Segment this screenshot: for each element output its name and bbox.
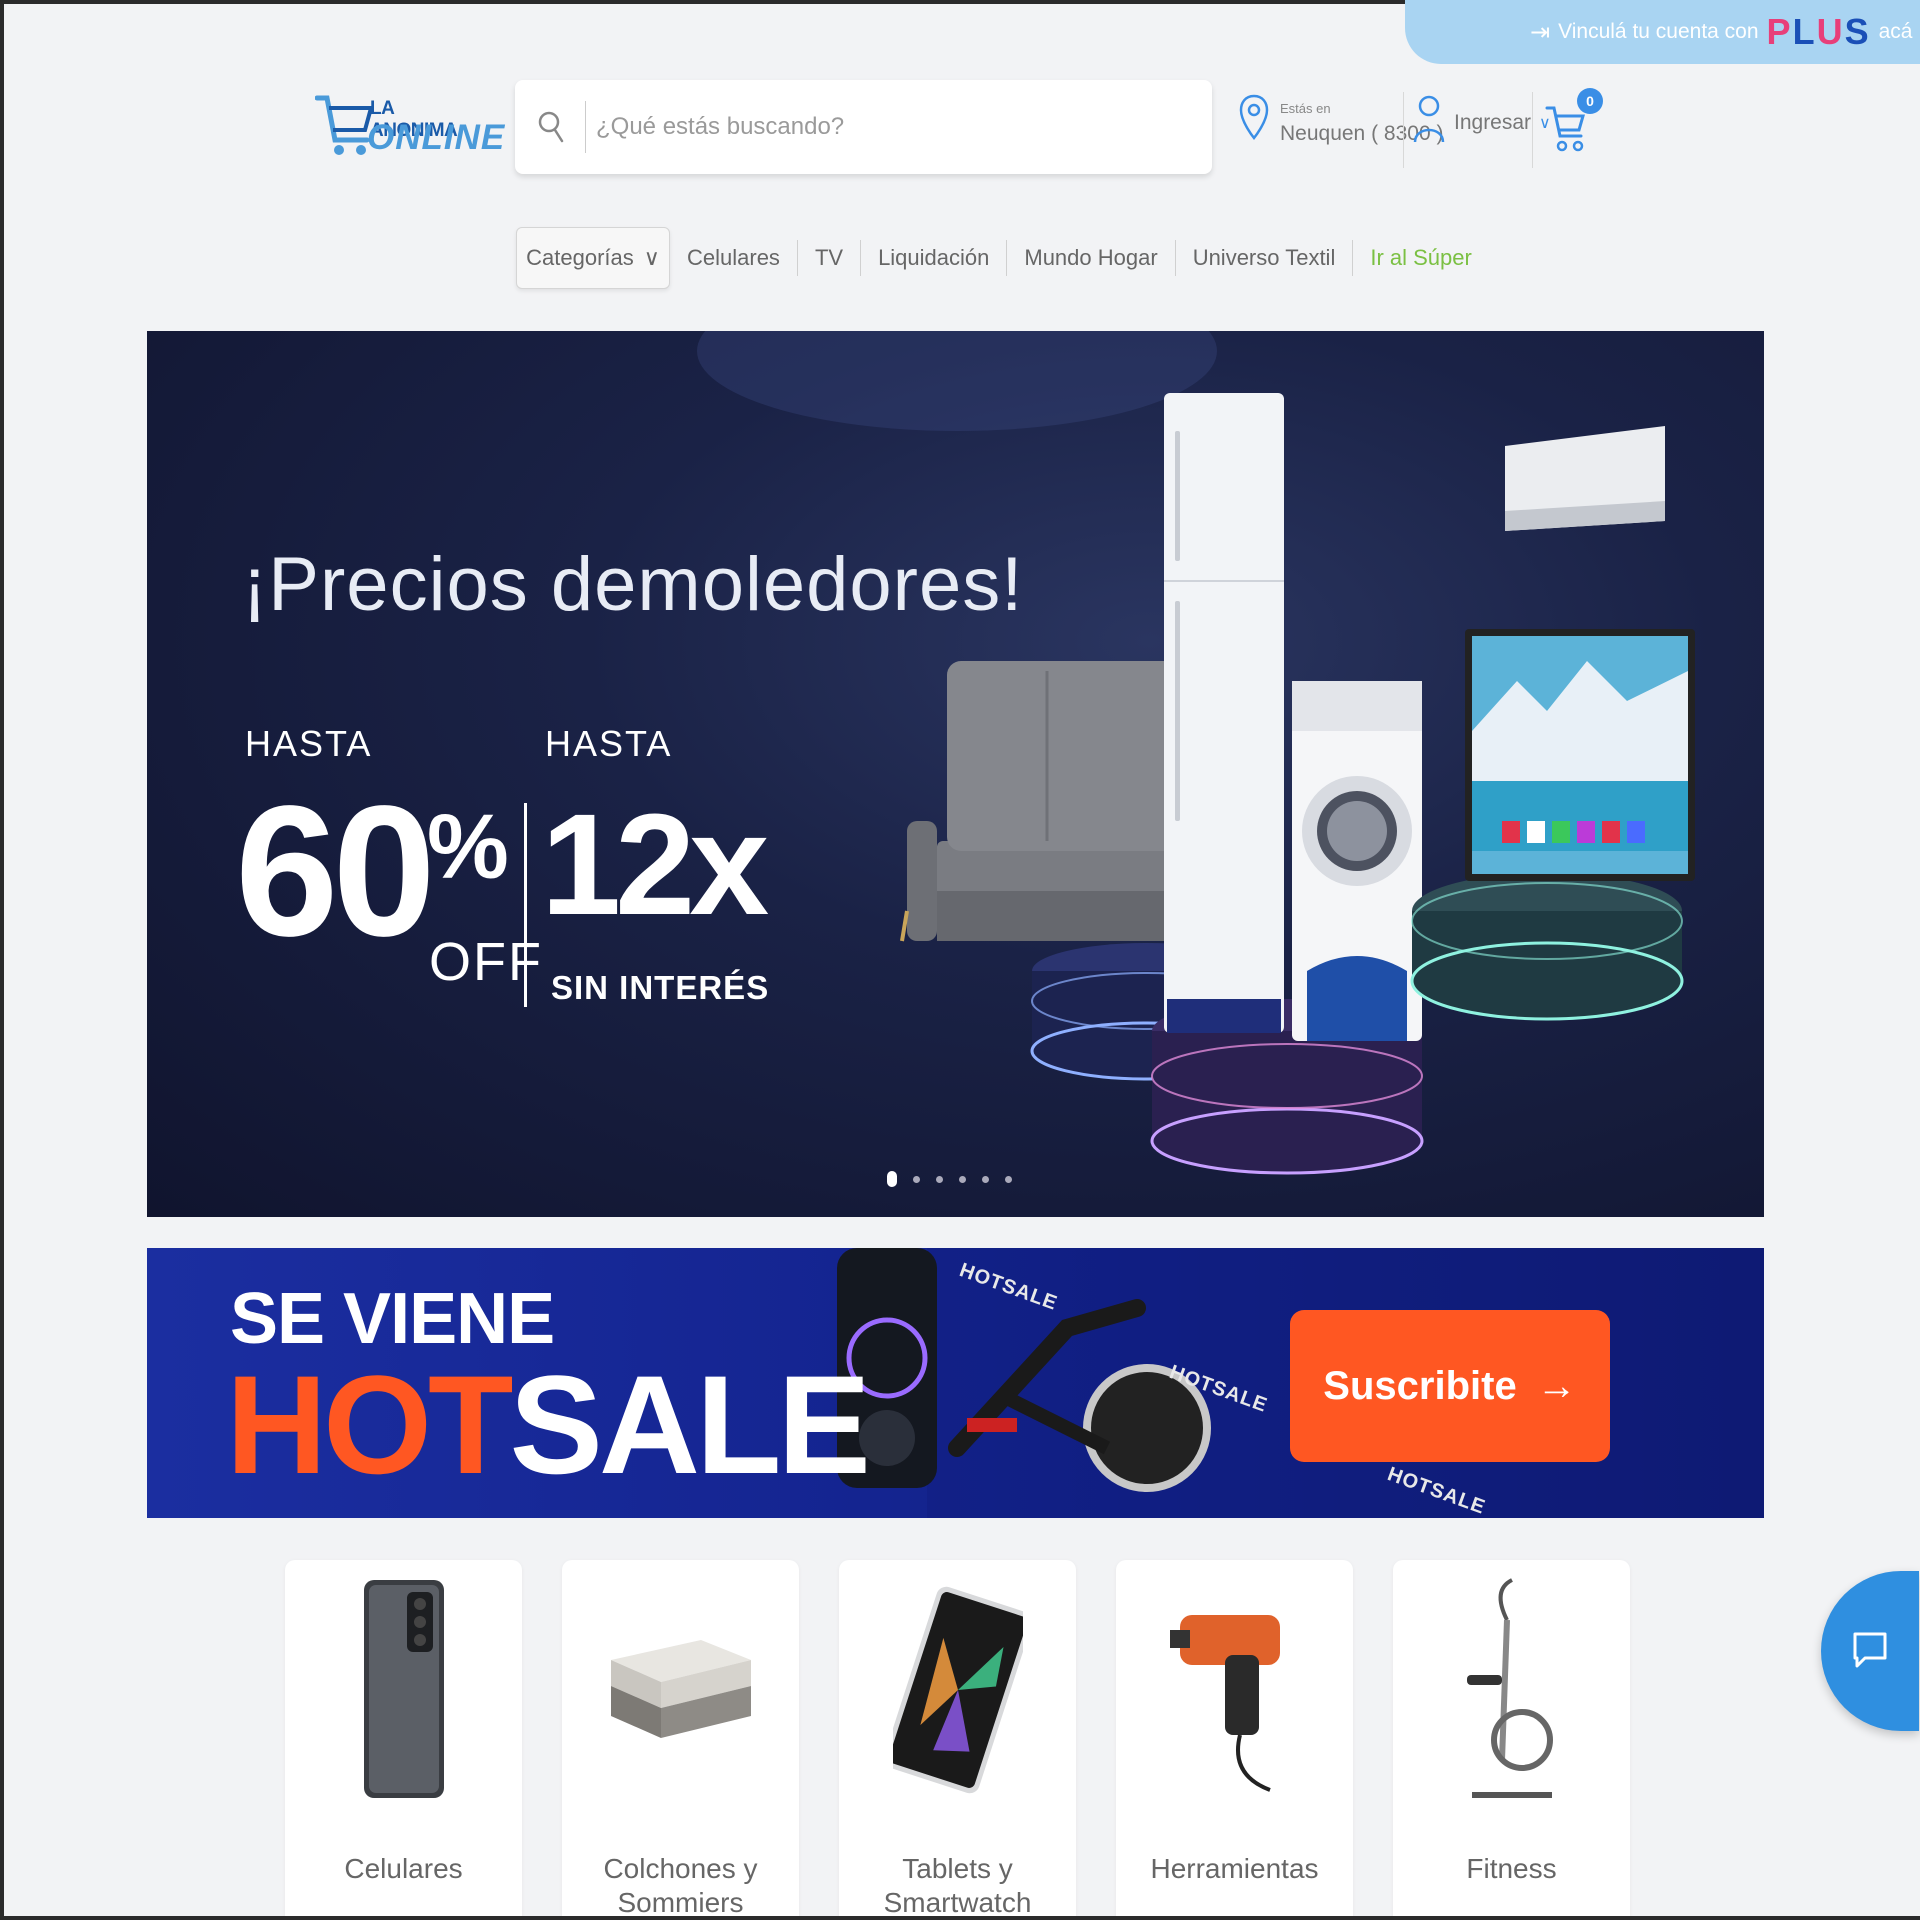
categories-label: Categorías xyxy=(526,245,634,270)
category-label: Tablets y Smartwatch xyxy=(883,1853,1032,1918)
hero-discount-prefix: HASTA xyxy=(245,723,373,764)
phone-image xyxy=(285,1580,522,1800)
search-bar xyxy=(515,80,1212,174)
nav-item-mundo-hogar[interactable]: Mundo Hogar xyxy=(1007,245,1174,271)
search-input[interactable] xyxy=(596,113,1156,141)
logo-text-bottom: ONLINE xyxy=(367,118,506,157)
main-nav: Categorías ∨ Celulares TV Liquidación Mu… xyxy=(516,226,1489,290)
category-label: Herramientas xyxy=(1150,1853,1319,1884)
hero-divider xyxy=(524,803,527,1007)
hero-installments-value: 12x xyxy=(541,784,769,945)
nav-item-universo-textil[interactable]: Universo Textil xyxy=(1176,245,1353,271)
carousel-dot[interactable] xyxy=(1005,1175,1012,1183)
header-divider xyxy=(1532,92,1533,168)
hotsale-hot: HOT xyxy=(226,1346,514,1503)
window-frame-bottom xyxy=(0,1916,1920,1920)
categories-dropdown[interactable]: Categorías ∨ xyxy=(516,227,670,289)
chat-icon xyxy=(1853,1632,1887,1668)
exercise-bike-image xyxy=(1393,1578,1630,1800)
search-icon[interactable] xyxy=(515,110,575,144)
category-card-fitness[interactable]: Fitness xyxy=(1393,1560,1630,1920)
location-pin-icon xyxy=(1239,94,1269,140)
hero-discount-value: 60 xyxy=(235,768,436,975)
category-card-celulares[interactable]: Celulares xyxy=(285,1560,522,1920)
login-arrow-icon: ⇥ xyxy=(1530,18,1551,46)
header-divider xyxy=(1403,92,1404,168)
drill-image xyxy=(1116,1580,1353,1800)
tablet-image xyxy=(839,1580,1076,1800)
plus-logo: PLUS xyxy=(1766,11,1871,52)
nav-item-liquidacion[interactable]: Liquidación xyxy=(861,245,1006,271)
login-menu[interactable]: Ingresar ∨ xyxy=(1412,92,1551,154)
nav-item-ir-al-super[interactable]: Ir al Súper xyxy=(1353,245,1489,271)
window-frame-left xyxy=(0,0,4,1920)
plus-strip-suffix: acá xyxy=(1878,20,1913,43)
carousel-dot[interactable] xyxy=(982,1175,989,1183)
category-label: Colchones y Sommiers xyxy=(603,1853,758,1918)
category-card-tablets[interactable]: Tablets y Smartwatch xyxy=(839,1560,1076,1920)
carousel-dot[interactable] xyxy=(887,1171,897,1187)
chat-button[interactable] xyxy=(1821,1571,1919,1731)
subscribe-label: Suscribite xyxy=(1323,1363,1517,1408)
arrow-right-icon: → xyxy=(1536,1363,1577,1408)
category-card-herramientas[interactable]: Herramientas xyxy=(1116,1560,1353,1920)
hero-discount-percent: % xyxy=(427,796,509,898)
carousel-dots xyxy=(887,1171,1012,1187)
mattress-image xyxy=(562,1580,799,1800)
logo-cart-icon xyxy=(315,95,374,155)
hotsale-banner[interactable]: HOTSALE HOTSALE HOTSALE SE VIENE HOTSALE… xyxy=(147,1248,1764,1518)
carousel-dot[interactable] xyxy=(913,1175,920,1183)
category-label: Fitness xyxy=(1466,1853,1557,1884)
hotsale-title: HOTSALE xyxy=(226,1346,871,1503)
nav-item-tv[interactable]: TV xyxy=(798,245,860,271)
login-label: Ingresar xyxy=(1454,111,1532,134)
plus-strip-text: Vinculá tu cuenta con xyxy=(1558,20,1759,43)
plus-link-strip[interactable]: ⇥ Vinculá tu cuenta con PLUS acá xyxy=(1405,0,1920,64)
cart-button[interactable]: 0 xyxy=(1545,88,1603,160)
site-logo[interactable]: LA ANONIMA ONLINE xyxy=(315,82,504,162)
hotsale-sale: SALE xyxy=(509,1346,871,1503)
nav-item-celulares[interactable]: Celulares xyxy=(670,245,797,271)
hero-banner[interactable]: ¡Precios demoledores! HASTA 60 % OFF HAS… xyxy=(147,331,1764,1217)
category-label: Celulares xyxy=(344,1853,463,1884)
search-separator xyxy=(585,101,586,153)
hero-installments-prefix: HASTA xyxy=(545,723,673,764)
hero-installments-suffix: SIN INTERÉS xyxy=(551,969,770,1006)
carousel-dot[interactable] xyxy=(959,1175,966,1183)
cart-count-badge: 0 xyxy=(1577,88,1603,114)
subscribe-button[interactable]: Suscribite → xyxy=(1290,1310,1610,1462)
hero-headline: ¡Precios demoledores! xyxy=(242,542,1024,627)
user-icon xyxy=(1413,95,1445,143)
chevron-down-icon: ∨ xyxy=(643,245,660,270)
category-card-colchones[interactable]: Colchones y Sommiers xyxy=(562,1560,799,1920)
carousel-dot[interactable] xyxy=(936,1175,943,1183)
